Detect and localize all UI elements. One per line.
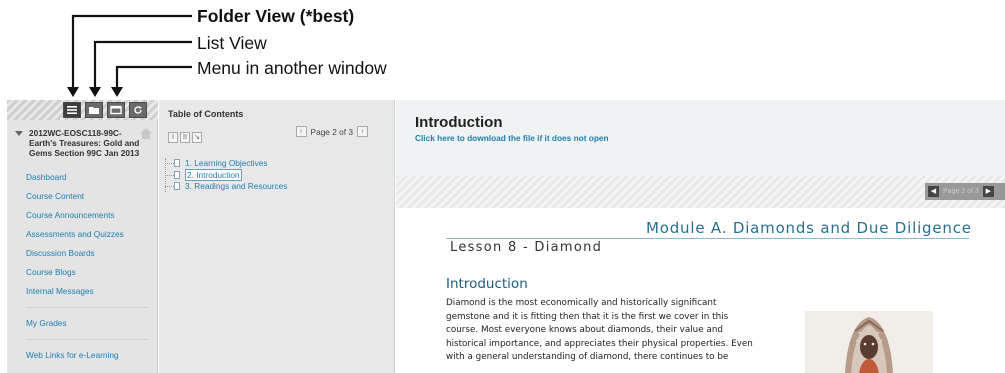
toc-next-icon[interactable]: › [357,126,368,137]
body-line: Diamond is the most economically and his… [446,298,717,308]
course-title[interactable]: 2012WC-EOSC118-99C-Earth's Treasures: Go… [15,128,152,158]
nav-link-my-grades[interactable]: My Grades [7,314,158,333]
content-header: Introduction Click here to download the … [396,100,1005,176]
toc-item-label: 2. Introduction [185,168,242,181]
refresh-button[interactable] [129,102,147,118]
body-paragraph: Diamond is the most economically and his… [446,297,791,365]
table-of-contents-panel: Table of Contents I II ↘ ‹ Page 2 of 3 › 1… [159,100,395,373]
tree-branch [165,186,174,187]
diamond-portrait-image [805,311,933,373]
toc-item-label: 3. Readings and Resources [185,181,288,191]
toc-pager: ‹ Page 2 of 3 › [295,126,368,137]
menu-window-annotation: Menu in another window [197,58,387,78]
course-header: 2012WC-EOSC118-99C-Earth's Treasures: Go… [7,128,158,158]
nav-divider [26,307,148,308]
tree-branch [165,163,174,164]
toc-prev-icon[interactable]: ‹ [295,126,307,137]
document-pager: ◀ Page 2 of 3 ▶ [925,183,1005,200]
list-view-annotation: List View [197,33,267,53]
course-title-text: 2012WC-EOSC118-99C-Earth's Treasures: Go… [29,128,140,158]
body-line: gemstone and it is fitting then that it … [446,311,729,322]
toc-item-introduction[interactable]: 2. Introduction [165,168,287,182]
document-viewer: Module A. Diamonds and Due Diligence Les… [396,208,1005,373]
toc-item-readings[interactable]: 3. Readings and Resources [165,181,287,193]
download-file-link[interactable]: Click here to download the file if it do… [415,133,609,143]
nav-link-course-blogs[interactable]: Course Blogs [7,263,158,282]
doc-next-icon[interactable]: ▶ [982,186,994,197]
section-heading: Introduction [446,276,528,292]
nav-divider [26,339,148,340]
refresh-icon [134,106,142,114]
document-icon [174,182,180,190]
body-line: historical importance, and appreciates t… [446,338,753,349]
document-icon [174,170,180,179]
nav-link-course-content[interactable]: Course Content [7,187,158,206]
lesson-title: Lesson 8 - Diamond [450,240,603,255]
sync-icon[interactable]: ↘ [192,132,202,143]
document-toolbar: ◀ Page 2 of 3 ▶ [396,176,1005,208]
toc-title: Table of Contents [168,109,244,119]
nav-link-internal-messages[interactable]: Internal Messages [7,282,158,301]
folder-view-annotation: Folder View (*best) [197,6,355,26]
document-icon [174,159,180,167]
home-icon[interactable] [140,128,152,139]
body-line: course. Most everyone knows about diamon… [446,325,723,335]
collapse-caret-icon[interactable] [15,131,23,136]
list-view-button[interactable] [85,102,103,118]
expand-all-icon[interactable]: I [168,132,178,143]
body-line: with a general understanding of diamond,… [446,352,729,362]
folder-view-icon [67,106,77,114]
list-view-icon [89,107,99,114]
nav-link-assessments[interactable]: Assessments and Quizzes [7,225,158,244]
toc-page-indicator: Page 2 of 3 [310,126,353,137]
view-toolbar [7,100,158,120]
toc-item-learning-objectives[interactable]: 1. Learning Objectives [165,158,287,170]
folder-view-button[interactable] [63,102,81,118]
new-window-icon [110,105,122,115]
nav-link-dashboard[interactable]: Dashboard [7,168,158,187]
tree-branch [165,174,174,176]
new-window-button[interactable] [107,102,125,118]
module-rule [446,238,969,239]
nav-link-discussion-boards[interactable]: Discussion Boards [7,244,158,263]
collapse-all-icon[interactable]: II [180,132,190,143]
page-title: Introduction [415,114,503,131]
nav-link-web-links[interactable]: Web Links for e-Learning [7,346,158,365]
toc-item-label: 1. Learning Objectives [185,158,268,168]
doc-prev-icon[interactable]: ◀ [928,186,939,197]
doc-page-indicator: Page 2 of 3 [943,188,979,195]
nav-links-main: Dashboard Course Content Course Announce… [7,168,158,365]
course-menu: 2012WC-EOSC118-99C-Earth's Treasures: Go… [7,100,158,373]
nav-link-course-announcements[interactable]: Course Announcements [7,206,158,225]
toc-toolbar: I II ↘ [168,126,204,143]
toc-list: 1. Learning Objectives 2. Introduction 3… [165,158,287,193]
module-title: Module A. Diamonds and Due Diligence [646,219,972,237]
